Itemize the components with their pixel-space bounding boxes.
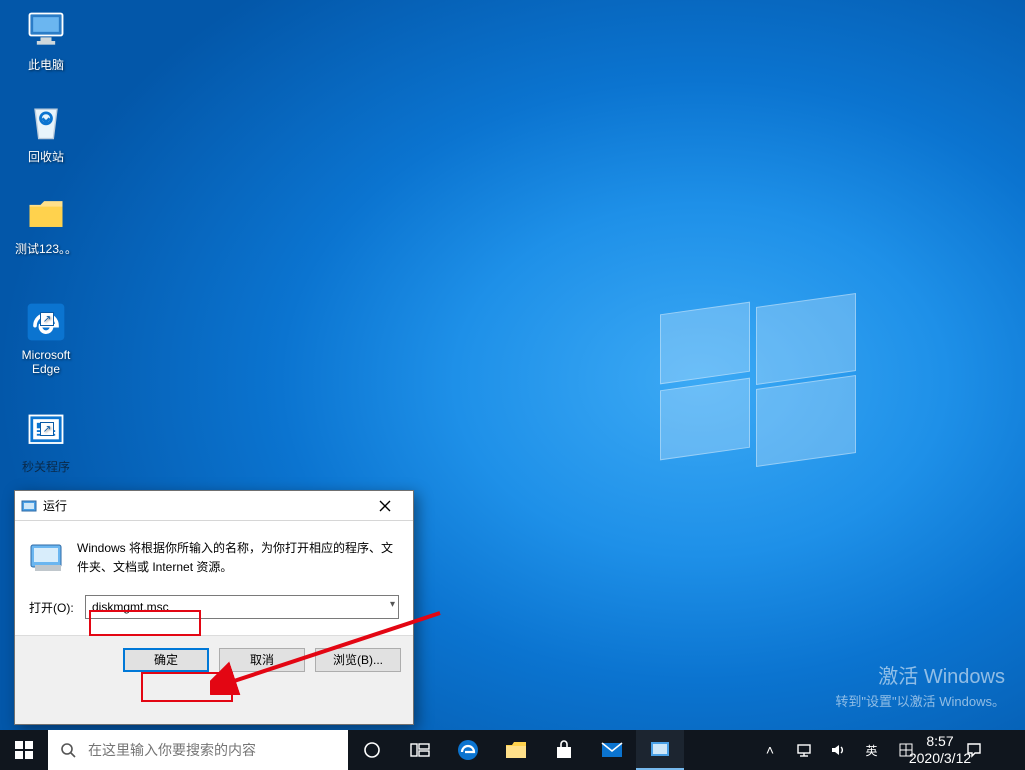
desktop-icon-recycle-bin[interactable]: 回收站: [8, 100, 84, 165]
search-icon: [48, 742, 88, 758]
open-label: 打开(O):: [29, 599, 85, 616]
desktop-icon-shutdown-prog[interactable]: ↗ 秒关程序: [8, 410, 84, 475]
run-icon: [650, 741, 670, 757]
system-tray: ˄ 英 8:57 2020/3/12: [753, 730, 1025, 770]
folder-icon: [24, 192, 68, 236]
run-app-icon: [29, 539, 65, 575]
run-icon: [21, 498, 37, 514]
taskbar-app-run[interactable]: [636, 730, 684, 770]
cancel-button[interactable]: 取消: [219, 648, 305, 672]
cortana-button[interactable]: [348, 730, 396, 770]
activation-watermark: 激活 Windows 转到"设置"以激活 Windows。: [835, 660, 1005, 710]
run-dialog-description: Windows 将根据你所输入的名称，为你打开相应的程序、文件夹、文档或 Int…: [77, 539, 399, 577]
desktop-icon-label: 回收站: [8, 148, 84, 165]
run-dialog-titlebar[interactable]: 运行: [15, 491, 413, 521]
tray-network[interactable]: [787, 743, 821, 757]
tray-volume[interactable]: [821, 743, 855, 757]
store-icon: [554, 740, 574, 760]
shortcut-arrow-icon: ↗: [40, 312, 54, 326]
taskbar-app-explorer[interactable]: [492, 730, 540, 770]
recycle-icon: [24, 100, 68, 144]
tray-ime[interactable]: 英: [855, 742, 889, 759]
desktop-icon-edge[interactable]: ↗ Microsoft Edge: [8, 300, 84, 376]
edge-icon: [457, 739, 479, 761]
open-input[interactable]: [85, 595, 399, 619]
notification-icon: [966, 742, 982, 758]
taskbar-search[interactable]: [48, 730, 348, 770]
desktop-icon-label: 测试123。。: [8, 240, 84, 257]
windows-wallpaper-logo: [660, 300, 860, 500]
shortcut-arrow-icon: ↗: [40, 422, 54, 436]
desktop-icon-label: 此电脑: [8, 56, 84, 73]
browse-button[interactable]: 浏览(B)...: [315, 648, 401, 672]
windows-icon: [15, 741, 33, 759]
task-view-icon: [410, 742, 430, 758]
cortana-icon: [363, 741, 381, 759]
mail-icon: [601, 742, 623, 758]
taskbar-app-edge[interactable]: [444, 730, 492, 770]
chevron-up-icon: ˄: [766, 742, 774, 758]
network-icon: [796, 743, 812, 757]
taskbar-app-mail[interactable]: [588, 730, 636, 770]
taskbar: ˄ 英 8:57 2020/3/12: [0, 730, 1025, 770]
run-dialog: 运行 Windows 将根据你所输入的名称，为你打开相应的程序、文件夹、文档或 …: [14, 490, 414, 725]
ok-button[interactable]: 确定: [123, 648, 209, 672]
close-icon: [379, 500, 391, 512]
desktop-icon-label: Microsoft Edge: [8, 348, 84, 376]
task-view-button[interactable]: [396, 730, 444, 770]
tray-action-center[interactable]: [957, 742, 991, 758]
desktop-icon-label: 秒关程序: [8, 458, 84, 475]
search-input[interactable]: [88, 730, 348, 770]
run-dialog-title: 运行: [43, 497, 67, 514]
desktop-icon-folder-test[interactable]: 测试123。。: [8, 192, 84, 257]
close-button[interactable]: [363, 492, 407, 520]
tray-overflow[interactable]: ˄: [753, 742, 787, 758]
pc-icon: [24, 8, 68, 52]
tray-clock[interactable]: 8:57 2020/3/12: [923, 733, 957, 768]
taskbar-app-store[interactable]: [540, 730, 588, 770]
folder-icon: [505, 740, 527, 760]
start-button[interactable]: [0, 730, 48, 770]
volume-icon: [830, 743, 846, 757]
desktop-icon-this-pc[interactable]: 此电脑: [8, 8, 84, 73]
